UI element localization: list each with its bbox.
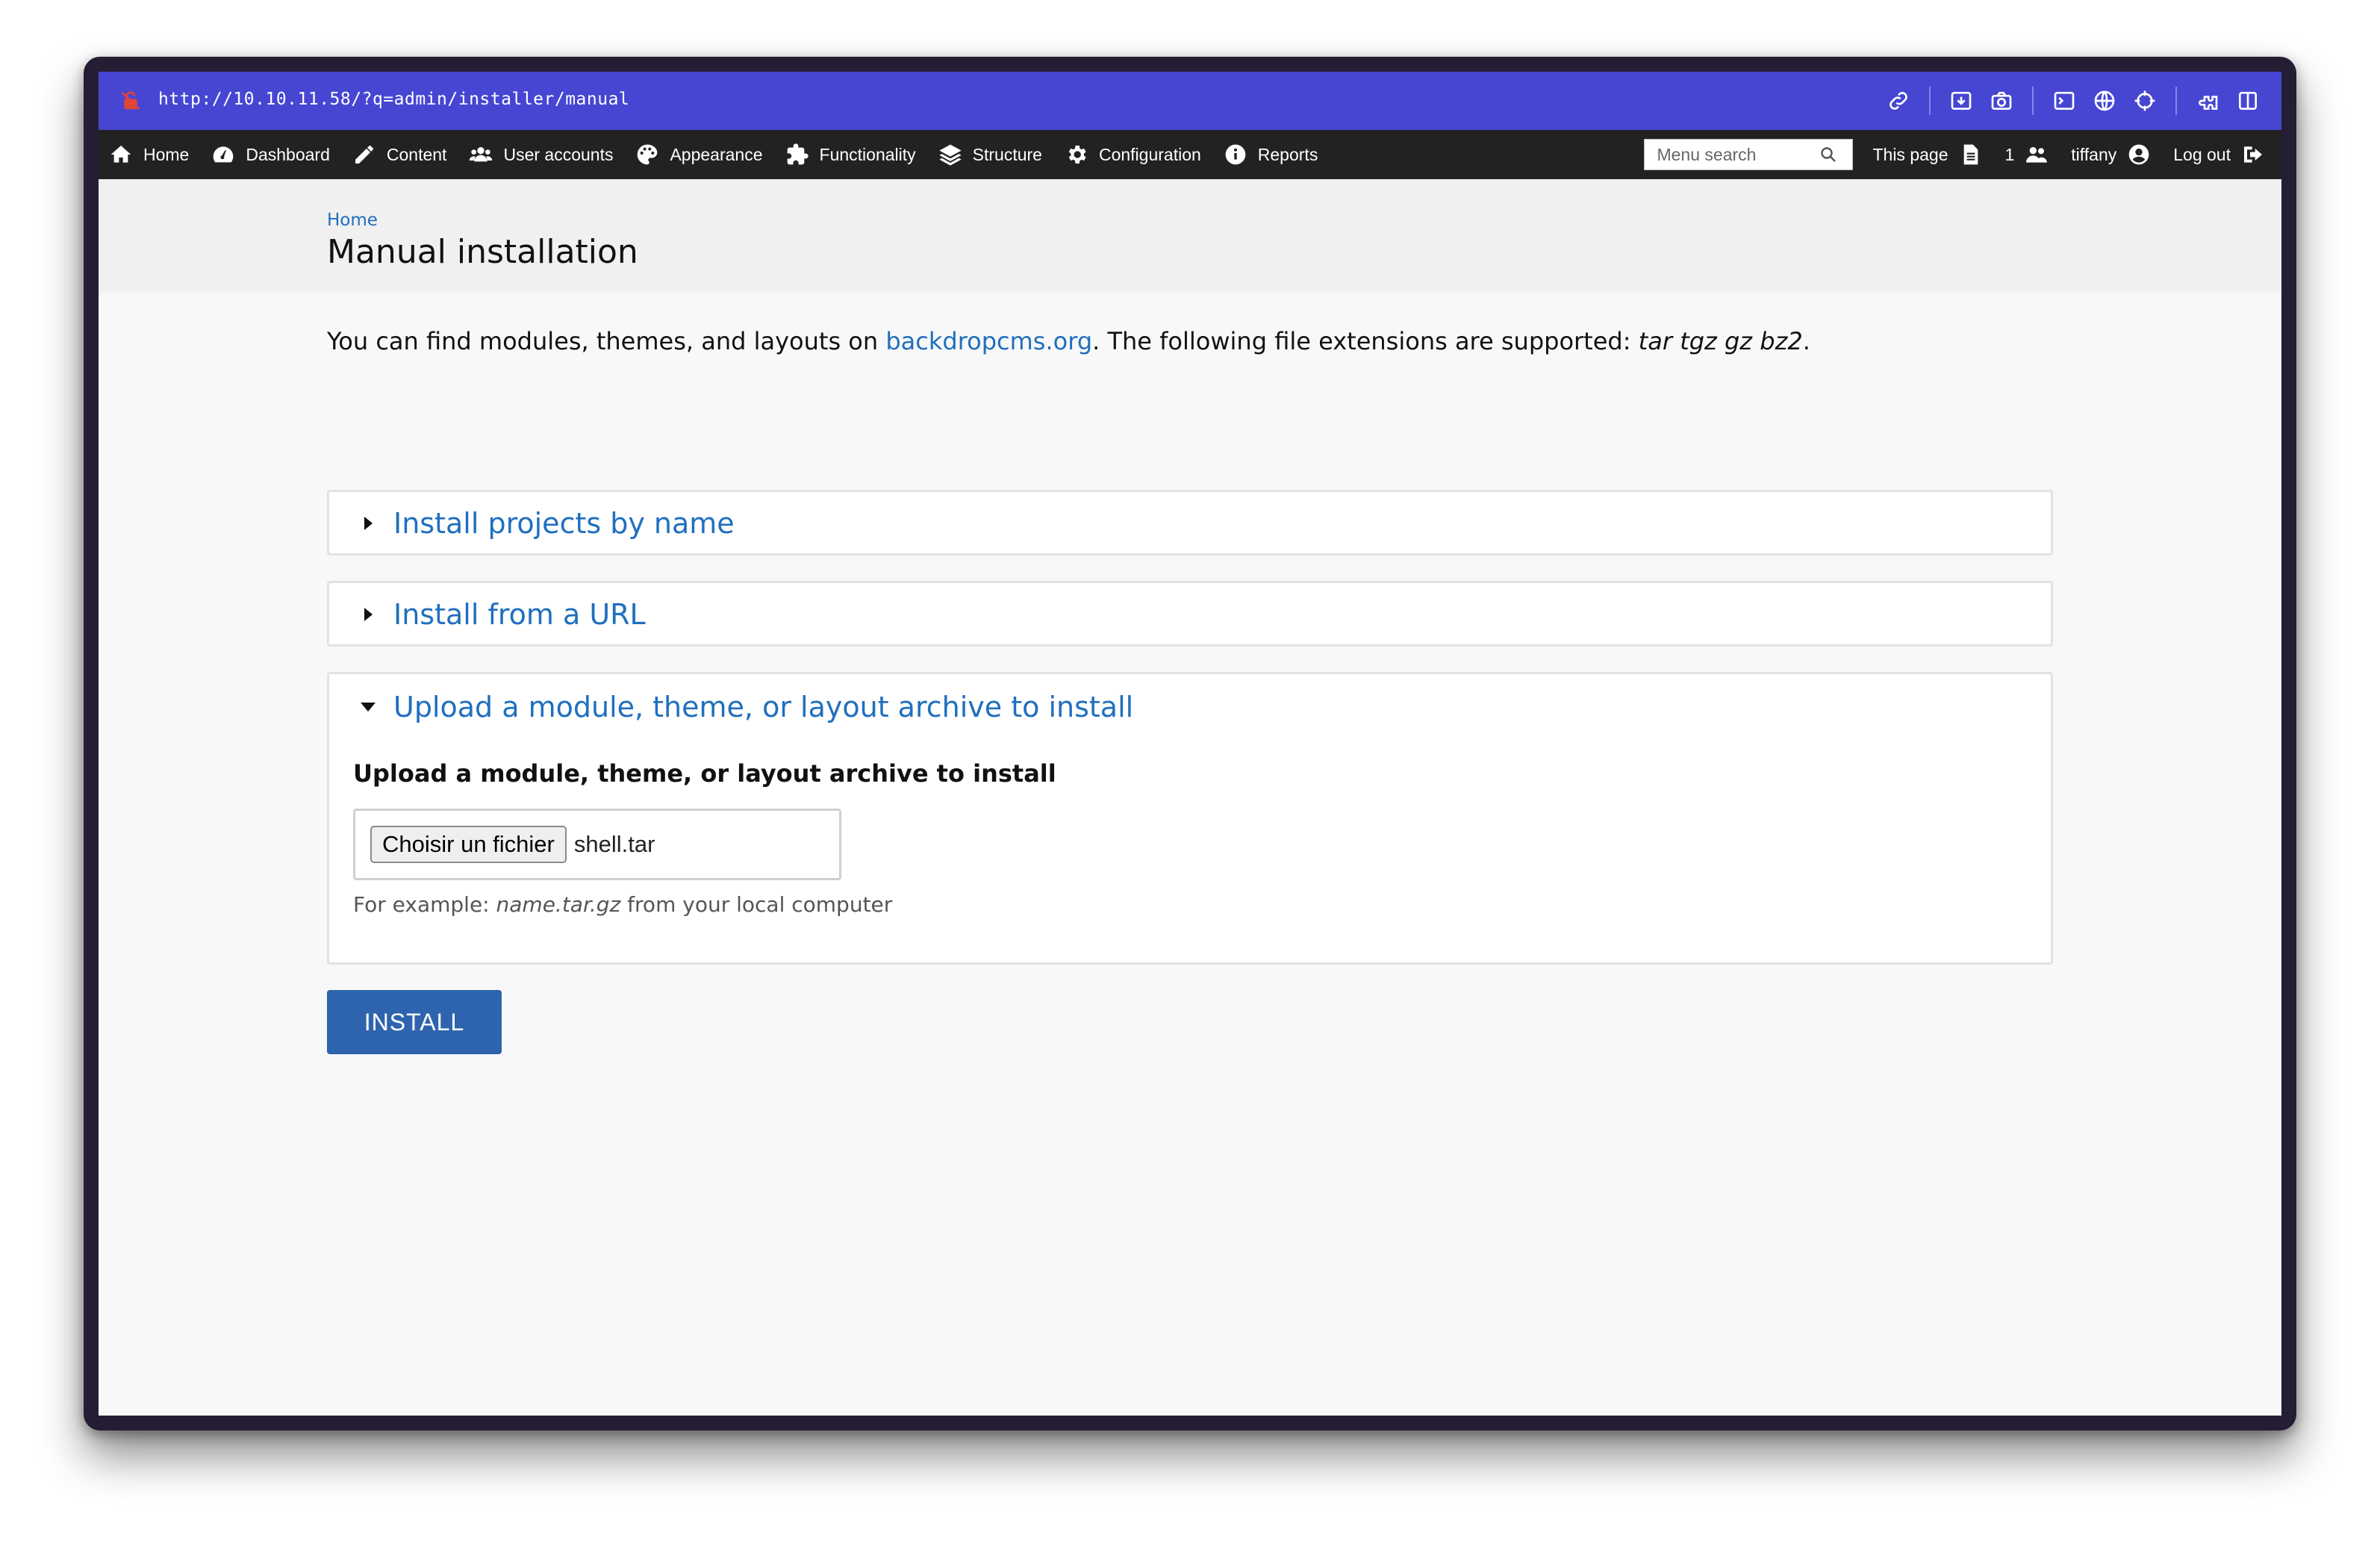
admin-item-label: Configuration [1098, 144, 1201, 164]
fieldset-title: Upload a module, theme, or layout archiv… [393, 691, 1134, 723]
info-icon [1225, 144, 1246, 165]
document-icon [1963, 144, 1978, 165]
globe-icon[interactable] [2089, 85, 2120, 116]
toolbar-separator [2032, 87, 2034, 115]
admin-item-label: Structure [972, 144, 1042, 164]
menu-search-input[interactable] [1655, 143, 1820, 166]
puzzle-icon [787, 143, 809, 165]
selected-file-name: shell.tar [573, 831, 655, 857]
fieldset-toggle-install-from-url[interactable]: Install from a URL [359, 598, 646, 631]
download-icon[interactable] [1946, 85, 1977, 116]
crosshair-icon[interactable] [2129, 85, 2161, 116]
admin-item-label: Home [143, 144, 190, 164]
search-icon[interactable] [1819, 146, 1837, 164]
fieldset-install-from-url: Install from a URL [327, 581, 2053, 647]
fieldset-upload-archive: Upload a module, theme, or layout archiv… [327, 672, 2053, 965]
page-title: Manual installation [327, 233, 638, 271]
link-icon[interactable] [1883, 85, 1914, 116]
url-bar: http://10.10.11.58/?q=admin/installer/ma… [99, 72, 2281, 130]
logout-icon [2244, 146, 2262, 163]
menu-search [1644, 139, 1854, 170]
intro-text: You can find modules, themes, and layout… [327, 327, 2119, 355]
caret-right-icon [364, 608, 373, 621]
admin-item-label: Functionality [819, 144, 916, 164]
upload-help-text: For example: name.tar.gz from your local… [353, 892, 892, 917]
admin-user-menu: This page 1 tiffany Log out [1644, 130, 2265, 179]
layers-icon [938, 144, 962, 166]
users-online[interactable]: 1 [2005, 143, 2049, 166]
admin-item-configuration[interactable]: Configuration [1065, 143, 1201, 166]
this-page-label: This page [1872, 144, 1948, 164]
intro-end: . [1802, 327, 1810, 355]
user-circle-icon [2128, 144, 2149, 165]
admin-item-label: User accounts [503, 144, 614, 164]
fieldset-install-by-name: Install projects by name [327, 490, 2053, 555]
users-icon [470, 147, 493, 162]
admin-item-label: Content [386, 144, 447, 164]
admin-item-label: Dashboard [246, 144, 330, 164]
palette-icon [638, 144, 658, 165]
admin-item-functionality[interactable]: Functionality [785, 143, 916, 166]
user-account-menu[interactable]: tiffany [2071, 143, 2151, 166]
admin-item-label: Reports [1257, 144, 1318, 164]
admin-item-dashboard[interactable]: Dashboard [211, 143, 330, 166]
admin-item-home[interactable]: Home [109, 143, 189, 166]
url-text[interactable]: http://10.10.11.58/?q=admin/installer/ma… [158, 90, 629, 109]
choose-file-button[interactable]: Choisir un fichier [370, 826, 567, 863]
insecure-lock-icon [121, 91, 140, 110]
admin-menu: Home Dashboard Content User accounts App… [109, 130, 1340, 179]
username-label: tiffany [2071, 144, 2117, 164]
dashboard-icon [214, 146, 234, 163]
browser-toolbar [1878, 85, 2268, 116]
backdropcms-link[interactable]: backdropcms.org [885, 327, 1092, 355]
help-prefix: For example: [353, 892, 496, 917]
breadcrumb-home[interactable]: Home [327, 211, 378, 230]
install-button[interactable]: INSTALL [327, 990, 502, 1054]
gear-icon [1068, 146, 1086, 164]
this-page-menu[interactable]: This page [1872, 143, 1982, 166]
terminal-icon[interactable] [2049, 85, 2080, 116]
supported-extensions: tar tgz gz bz2 [1638, 327, 1803, 355]
admin-item-reports[interactable]: Reports [1224, 143, 1318, 166]
admin-item-appearance[interactable]: Appearance [635, 143, 763, 166]
users-online-count: 1 [2004, 144, 2015, 164]
toolbar-separator [1929, 87, 1931, 115]
page-header: Home Manual installation [99, 179, 2281, 293]
admin-item-content[interactable]: Content [352, 143, 447, 166]
toolbar-separator [2175, 87, 2177, 115]
intro-before-link: You can find modules, themes, and layout… [327, 327, 886, 355]
sidebar-icon[interactable] [2232, 85, 2264, 116]
fieldset-toggle-install-by-name[interactable]: Install projects by name [359, 507, 735, 540]
help-suffix: from your local computer [620, 892, 893, 917]
admin-item-structure[interactable]: Structure [938, 143, 1042, 166]
logout-link[interactable]: Log out [2173, 143, 2265, 166]
camera-icon[interactable] [1986, 85, 2017, 116]
fieldset-toggle-upload-archive[interactable]: Upload a module, theme, or layout archiv… [359, 691, 1134, 723]
extension-icon[interactable] [2192, 85, 2223, 116]
logout-label: Log out [2173, 144, 2231, 164]
file-upload-input[interactable]: Choisir un fichier shell.tar [353, 809, 841, 880]
admin-item-user-accounts[interactable]: User accounts [469, 143, 613, 166]
browser-screen: http://10.10.11.58/?q=admin/installer/ma… [99, 72, 2281, 1416]
fieldset-title: Install from a URL [393, 598, 646, 631]
caret-down-icon [361, 703, 376, 712]
intro-after-link: . The following file extensions are supp… [1092, 327, 1639, 355]
admin-item-label: Appearance [670, 144, 763, 164]
admin-bar: Home Dashboard Content User accounts App… [99, 130, 2281, 179]
fieldset-title: Install projects by name [393, 507, 735, 540]
caret-right-icon [364, 517, 373, 530]
upload-field-label: Upload a module, theme, or layout archiv… [353, 759, 1056, 788]
pencil-icon [355, 146, 373, 164]
home-icon [110, 146, 131, 163]
user-group-icon [2026, 147, 2048, 163]
help-example: name.tar.gz [496, 892, 621, 917]
